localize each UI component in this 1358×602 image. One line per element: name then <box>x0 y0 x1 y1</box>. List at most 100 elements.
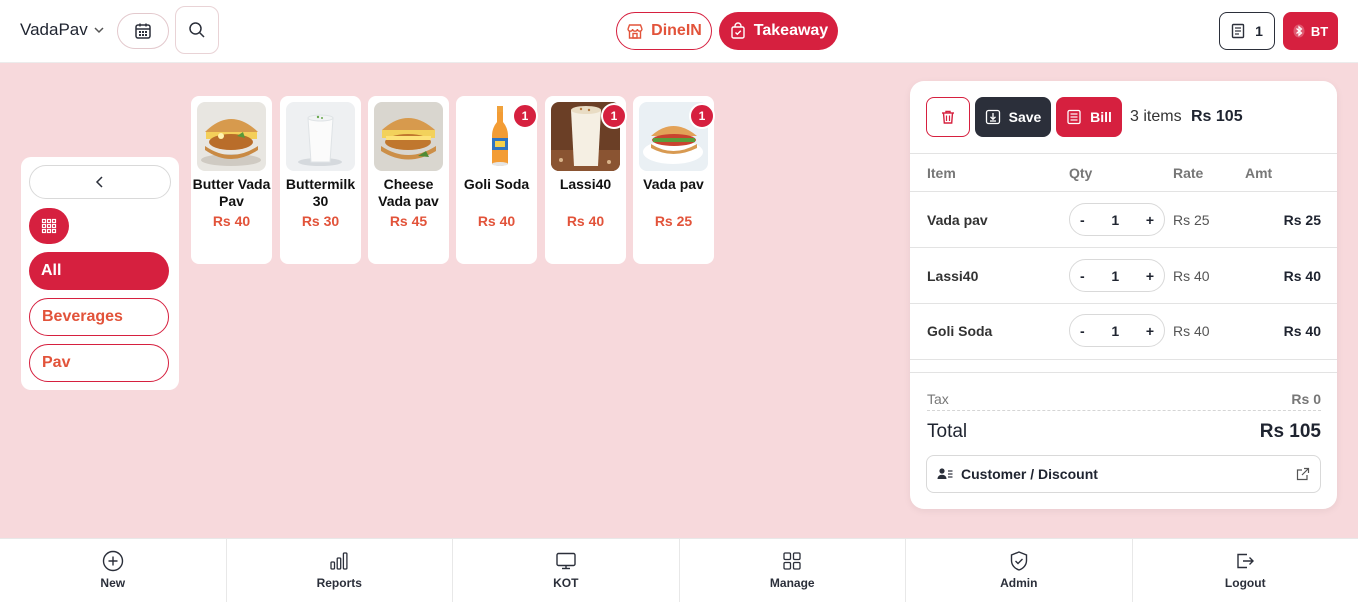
nav-label: Logout <box>1224 576 1266 590</box>
tax-value: Rs 0 <box>1291 391 1321 407</box>
order-row: Goli Soda - 1 + Rs 40 Rs 40 <box>910 303 1337 358</box>
order-row: Lassi40 - 1 + Rs 40 Rs 40 <box>910 248 1337 303</box>
order-item-name: Lassi40 <box>927 268 979 284</box>
receipt-icon <box>1231 23 1245 39</box>
nav-label: Reports <box>316 576 362 590</box>
bill-button[interactable]: Bill <box>1056 97 1122 137</box>
decrease-button[interactable]: - <box>1080 323 1085 339</box>
order-item-rate: Rs 40 <box>1173 268 1210 284</box>
product-card[interactable]: Cheese Vada pav Rs 45 <box>368 96 449 264</box>
order-item-amount: Rs 40 <box>1283 323 1321 339</box>
increase-button[interactable]: + <box>1146 323 1154 339</box>
decrease-button[interactable]: - <box>1080 212 1085 228</box>
product-card[interactable]: Butter Vada Pav Rs 40 <box>191 96 272 264</box>
category-all[interactable]: All <box>29 252 169 290</box>
dashed-divider <box>927 410 1321 411</box>
trash-icon <box>942 110 954 124</box>
order-item-name: Goli Soda <box>927 323 993 339</box>
bluetooth-icon <box>1293 24 1305 38</box>
category-label: Beverages <box>42 308 123 325</box>
bluetooth-label: BT <box>1310 23 1329 39</box>
nav-reports[interactable]: Reports <box>227 539 453 602</box>
items-total: Rs 105 <box>1191 108 1243 125</box>
decrease-button[interactable]: - <box>1080 268 1085 284</box>
product-image <box>197 102 266 171</box>
top-bar: VadaPav DineIN Takeaway 1 BT <box>0 0 1358 63</box>
column-header-qty: Qty <box>1069 165 1093 181</box>
total-value: Rs 105 <box>1259 421 1321 442</box>
nav-label: Manage <box>769 576 815 590</box>
divider <box>910 372 1337 373</box>
customer-discount-button[interactable]: Customer / Discount <box>926 455 1321 493</box>
delete-order-button[interactable] <box>926 97 970 137</box>
quantity-value: 1 <box>1111 211 1120 228</box>
order-panel: Save Bill 3 items Rs 105 Item Qty Rate A… <box>910 81 1337 509</box>
quantity-stepper: - 1 + <box>1069 259 1165 292</box>
nav-kot[interactable]: KOT <box>453 539 680 602</box>
user-list-icon <box>937 468 953 479</box>
bill-label: Bill <box>1090 109 1112 125</box>
order-item-rate: Rs 40 <box>1173 323 1210 339</box>
category-beverages[interactable]: Beverages <box>29 298 169 336</box>
category-panel: All Beverages Pav <box>21 157 179 390</box>
quantity-badge: 1 <box>512 103 538 129</box>
order-item-rate: Rs 25 <box>1173 212 1210 228</box>
quantity-stepper: - 1 + <box>1069 203 1165 236</box>
quantity-badge: 1 <box>689 103 715 129</box>
grid-view-button[interactable] <box>29 208 69 244</box>
dinein-label: DineIN <box>651 22 702 39</box>
total-label: Total <box>927 421 968 442</box>
dinein-button[interactable]: DineIN <box>616 12 712 50</box>
column-header-item: Item <box>927 165 956 181</box>
category-label: Pav <box>42 354 71 371</box>
nav-manage[interactable]: Manage <box>680 539 906 602</box>
receipt-counter-button[interactable]: 1 <box>1219 12 1275 50</box>
nav-label: New <box>100 576 126 590</box>
quantity-stepper: - 1 + <box>1069 314 1165 347</box>
store-selector[interactable]: VadaPav <box>20 20 106 40</box>
product-price: Rs 40 <box>566 213 605 229</box>
shopping-bag-icon <box>731 22 745 39</box>
product-card[interactable]: 1 Vada pav Rs 25 <box>633 96 715 264</box>
nav-label: Admin <box>1000 576 1038 590</box>
quantity-value: 1 <box>1111 322 1120 339</box>
grid-icon <box>783 552 801 570</box>
product-card[interactable]: 1 Goli Soda Rs 40 <box>456 96 538 264</box>
search-button[interactable] <box>175 6 219 54</box>
divider <box>910 153 1337 154</box>
bill-icon <box>1067 109 1081 125</box>
save-button[interactable]: Save <box>975 97 1051 137</box>
calendar-icon <box>135 23 151 39</box>
increase-button[interactable]: + <box>1146 268 1154 284</box>
product-image <box>286 102 355 171</box>
column-header-amt: Amt <box>1245 165 1273 181</box>
product-card[interactable]: 1 Lassi40 Rs 40 <box>545 96 627 264</box>
nav-admin[interactable]: Admin <box>906 539 1133 602</box>
product-price: Rs 40 <box>477 213 516 229</box>
store-icon <box>627 24 643 39</box>
customer-discount-label: Customer / Discount <box>961 466 1098 482</box>
calendar-button[interactable] <box>117 13 169 49</box>
product-name: Goli Soda <box>463 176 530 192</box>
nav-new[interactable]: New <box>0 539 227 602</box>
bluetooth-button[interactable]: BT <box>1283 12 1338 50</box>
product-price: Rs 45 <box>389 213 428 229</box>
plus-circle-icon <box>102 550 123 572</box>
download-icon <box>985 109 1000 125</box>
quantity-badge: 1 <box>601 103 627 129</box>
category-label: All <box>41 262 62 279</box>
nav-label: KOT <box>553 576 579 590</box>
collapse-button[interactable] <box>29 165 171 199</box>
logout-icon <box>1237 553 1255 569</box>
column-header-rate: Rate <box>1173 165 1204 181</box>
product-card[interactable]: Buttermilk 30 Rs 30 <box>280 96 361 264</box>
nav-logout[interactable]: Logout <box>1133 539 1358 602</box>
external-link-icon <box>1296 467 1310 481</box>
increase-button[interactable]: + <box>1146 212 1154 228</box>
product-name: Vada pav <box>643 176 704 192</box>
quantity-value: 1 <box>1111 267 1120 284</box>
product-price: Rs 25 <box>654 213 693 229</box>
takeaway-button[interactable]: Takeaway <box>719 12 838 50</box>
product-image <box>374 102 443 171</box>
category-pav[interactable]: Pav <box>29 344 169 382</box>
